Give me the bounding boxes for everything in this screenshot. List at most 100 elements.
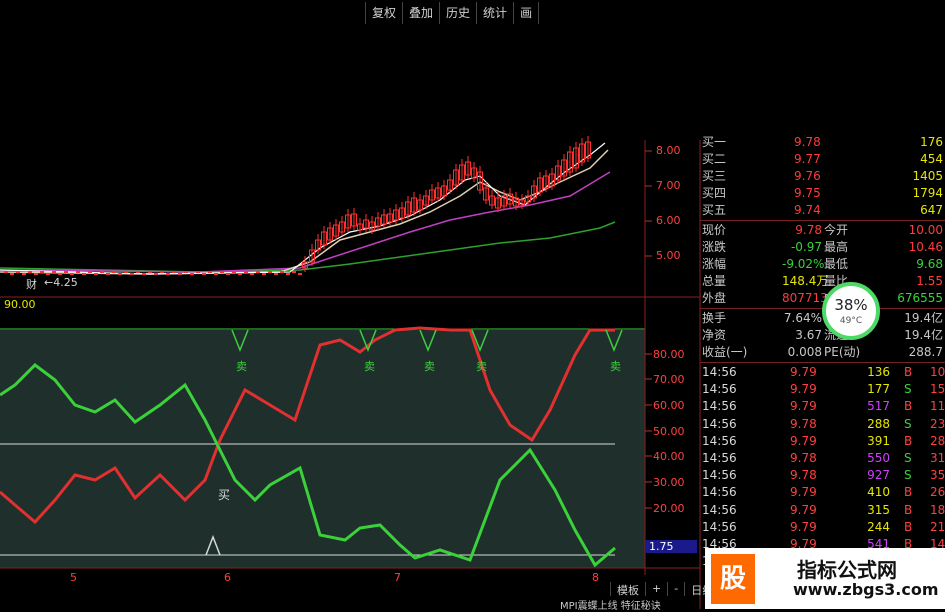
candle-body <box>124 271 128 273</box>
candle-body <box>10 273 14 275</box>
watermark-title: 指标公式网 <box>797 558 897 582</box>
candle-body <box>262 273 266 275</box>
candle-body <box>250 273 254 275</box>
candle-body <box>148 271 152 273</box>
candle-body <box>16 271 20 273</box>
chart-toolbar: 复权 叠加 历史 统计 画 <box>365 2 540 24</box>
date-label-6: 6 <box>224 571 231 584</box>
tick-row: 14:56 9.79 517 B 11 <box>702 399 945 414</box>
sell-signal-label-5: 卖 <box>610 360 621 373</box>
add-tab-button[interactable]: + <box>645 582 667 596</box>
candle-body <box>76 271 80 273</box>
date-label-5: 5 <box>70 571 77 584</box>
ind-label-30: 30.00 <box>653 476 685 489</box>
candle-body <box>4 271 8 273</box>
candle-body <box>112 271 116 273</box>
order-book-row: 买三 9.76 1405 <box>702 169 943 183</box>
candlesticks <box>4 136 591 275</box>
gauge-percent: 38% <box>834 296 868 314</box>
watermark-url: www.zbgs3.com <box>793 580 939 599</box>
ind-label-50: 50.00 <box>653 425 685 438</box>
ma-line-short <box>0 149 609 275</box>
candle-body <box>268 271 272 273</box>
quote-row: 收益(一) 0.008 PE(动) 288.7 <box>702 345 943 359</box>
tick-row: 14:56 9.78 927 S 35 <box>702 468 945 483</box>
candle-body <box>142 273 146 275</box>
tick-row: 14:56 9.78 288 S 23 <box>702 416 945 431</box>
toolbar-overlay-button[interactable]: 叠加 <box>402 2 439 24</box>
ind-label-70: 70.00 <box>653 373 685 386</box>
indicator-readout: 1.75 <box>649 540 674 553</box>
indicator-axis <box>645 353 652 509</box>
candle-body <box>208 271 212 273</box>
candle-body <box>70 273 74 275</box>
indicator-pane-bg <box>0 330 645 568</box>
toolbar-history-button[interactable]: 历史 <box>439 2 476 24</box>
candle-body <box>184 271 188 273</box>
toolbar-stats-button[interactable]: 统计 <box>476 2 513 24</box>
candle-body <box>130 273 134 275</box>
candle-body <box>136 271 140 273</box>
toolbar-draw-button[interactable]: 画 <box>513 2 540 24</box>
price-label-7: 7.00 <box>656 179 681 192</box>
order-book-row: 买四 9.75 1794 <box>702 186 943 200</box>
toolbar-fuquan-button[interactable]: 复权 <box>365 2 402 24</box>
sell-signal-label-3: 卖 <box>424 360 435 373</box>
candle-body <box>106 273 110 275</box>
candle-body <box>274 273 278 275</box>
cpu-gauge-widget[interactable]: 38% 49°C <box>822 282 880 340</box>
price-label-6: 6.00 <box>656 214 681 227</box>
divider <box>700 220 945 221</box>
candle-body <box>100 271 104 273</box>
candle-body <box>256 271 260 273</box>
order-book-row: 买二 9.77 454 <box>702 152 943 166</box>
tick-row: 14:56 9.79 391 B 28 <box>702 433 945 448</box>
candle-body <box>292 271 296 273</box>
sell-signal-label-2: 卖 <box>364 360 375 373</box>
bottom-tab-bar: 模板 + - 日线 <box>610 582 719 597</box>
template-tab[interactable]: 模板 <box>610 582 645 597</box>
ind-label-80: 80.00 <box>653 348 685 361</box>
candle-body <box>160 271 164 273</box>
candle-body <box>172 271 176 273</box>
price-axis <box>645 150 652 257</box>
candle-body <box>34 273 38 275</box>
date-label-8: 8 <box>592 571 599 584</box>
quote-row: 净资 3.67 流通 19.4亿 <box>702 328 943 342</box>
gauge-temperature: 49°C <box>839 316 863 326</box>
candle-body <box>22 273 26 275</box>
tick-row: 14:56 9.79 136 B 10 <box>702 365 945 379</box>
candle-body <box>232 271 236 273</box>
candle-body <box>298 273 302 275</box>
watermark-logo: 股 <box>711 554 755 604</box>
candle-body <box>94 273 98 275</box>
quote-row: 总量 148.4万 量比 1.55 <box>702 274 943 288</box>
candle-body <box>58 273 62 275</box>
sell-signal-label-4: 卖 <box>476 360 487 373</box>
price-label-8: 8.00 <box>656 144 681 157</box>
candle-body <box>82 273 86 275</box>
ind-label-20: 20.00 <box>653 502 685 515</box>
tick-row: 14:56 9.79 410 B 26 <box>702 485 945 500</box>
candle-body <box>46 273 50 275</box>
tick-row: 14:56 9.79 315 B 18 <box>702 502 945 517</box>
order-book-row: 买五 9.74 647 <box>702 203 943 217</box>
order-book-row: 买一 9.78 176 <box>702 135 943 149</box>
quote-row: 现价 9.78 今开 10.00 <box>702 223 943 237</box>
date-label-7: 7 <box>394 571 401 584</box>
candle-body <box>226 273 230 275</box>
indicator-tab-strip[interactable]: MPI震蝶上线 特征秘诀 <box>560 597 661 612</box>
candle-body <box>238 273 242 275</box>
candle-body <box>64 271 68 273</box>
watermark-banner: 股 指标公式网 www.zbgs3.com <box>705 548 945 609</box>
buy-signal-label: 买 <box>218 488 231 502</box>
indicator-top-value: 90.00 <box>4 298 36 311</box>
candle-body <box>244 271 248 273</box>
candle-body <box>88 271 92 273</box>
candle-body <box>220 271 224 273</box>
quote-row: 涨幅 -9.02% 最低 9.68 <box>702 257 943 271</box>
ind-label-40: 40.00 <box>653 450 685 463</box>
tick-row: 14:56 9.79 177 S 15 <box>702 382 945 397</box>
remove-tab-button[interactable]: - <box>667 582 684 596</box>
divider <box>700 362 945 363</box>
